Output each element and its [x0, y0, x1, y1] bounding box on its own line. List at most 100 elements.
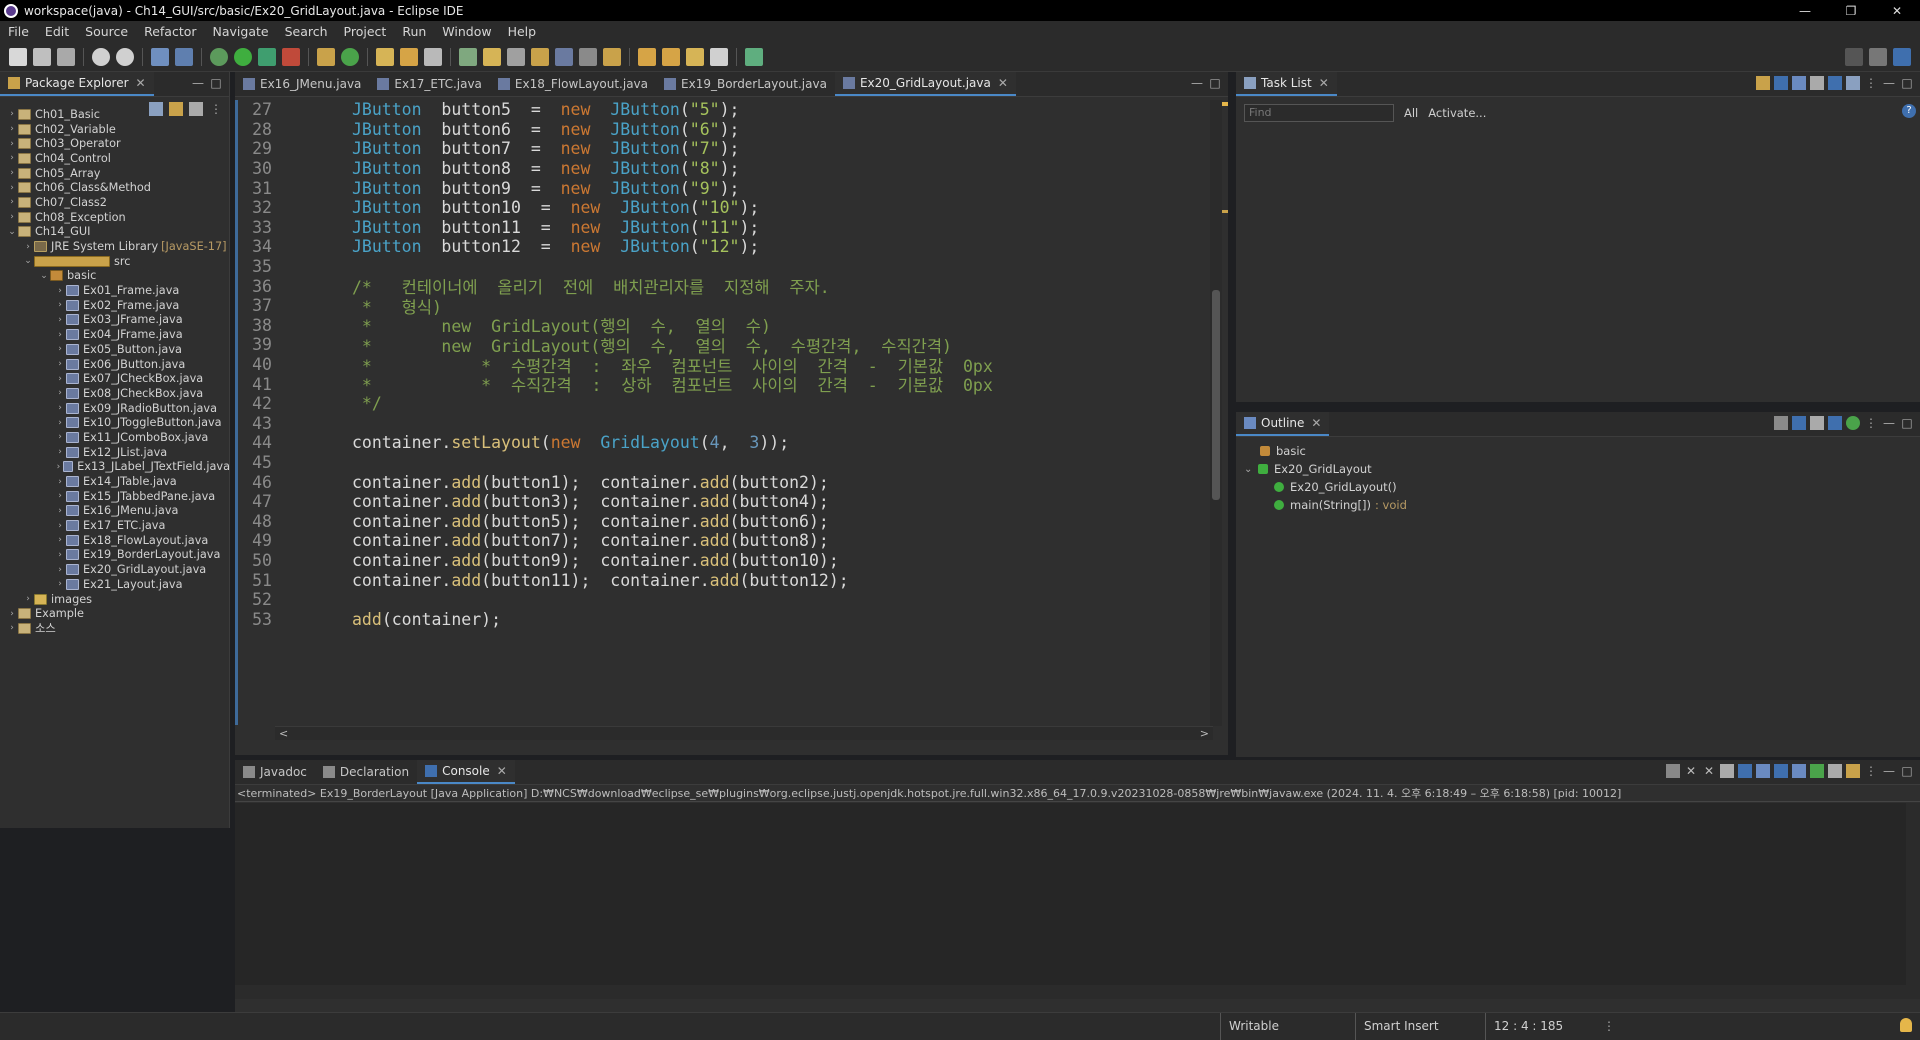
overview-ruler[interactable] [1222, 100, 1228, 726]
sort-icon[interactable] [1774, 416, 1788, 430]
console-output[interactable] [235, 803, 1920, 999]
collapsed-chevron-icon[interactable]: › [54, 521, 66, 531]
close-icon[interactable]: ✕ [136, 76, 146, 90]
collapsed-chevron-icon[interactable]: › [6, 197, 18, 207]
build-icon[interactable] [175, 47, 193, 66]
outline-item[interactable]: Ex20_GridLayout() [1244, 478, 1407, 496]
code-line[interactable]: 28 JButton button6 = new JButton("6"); [238, 120, 1215, 140]
collapsed-chevron-icon[interactable]: › [54, 388, 66, 398]
tree-item[interactable]: › Ex09_JRadioButton.java [0, 401, 230, 416]
code-line[interactable]: 48 container.add(button5); container.add(… [238, 511, 1215, 531]
close-icon[interactable]: ✕ [998, 76, 1008, 90]
collapsed-chevron-icon[interactable]: › [54, 491, 66, 501]
activate-link[interactable]: Activate... [1428, 106, 1486, 120]
console-vertical-scrollbar[interactable] [1906, 803, 1920, 999]
scroll-thumb[interactable] [1212, 290, 1220, 500]
tree-item[interactable]: › Ex16_JMenu.java [0, 504, 230, 519]
remove-launch-icon[interactable]: ✕ [1684, 764, 1698, 778]
editor-vertical-scrollbar[interactable] [1210, 100, 1222, 726]
code-line[interactable]: 29 JButton button7 = new JButton("7"); [238, 139, 1215, 159]
prev-edit-icon[interactable] [638, 47, 656, 66]
tree-item[interactable]: › Ex02_Frame.java [0, 298, 230, 313]
scheduled-icon[interactable] [1792, 76, 1806, 90]
code-line[interactable]: 43 [238, 414, 1215, 434]
tree-item[interactable]: › Ex05_Button.java [0, 342, 230, 357]
breadcrumb-icon[interactable] [531, 47, 549, 66]
collapsed-chevron-icon[interactable]: › [6, 139, 18, 149]
highlight-icon[interactable] [483, 47, 501, 66]
tree-item[interactable]: › Ch04_Control [0, 151, 230, 166]
expanded-chevron-icon[interactable]: ⌄ [38, 271, 50, 281]
minimize-view-icon[interactable]: — [191, 76, 205, 90]
all-filter-link[interactable]: All [1404, 106, 1418, 120]
new-icon[interactable] [9, 47, 27, 66]
occurrence-marker-icon[interactable] [1222, 210, 1228, 213]
tree-item[interactable]: ⌄ basic [0, 269, 230, 284]
status-menu-icon[interactable]: ⋮ [1603, 1019, 1615, 1033]
console-horizontal-scrollbar[interactable] [235, 985, 1906, 999]
tree-item[interactable]: › Ex14_JTable.java [0, 474, 230, 489]
show-on-output-icon[interactable] [1774, 764, 1788, 778]
expanded-chevron-icon[interactable]: ⌄ [1244, 464, 1258, 475]
editor-tab[interactable]: Ex16_JMenu.java [235, 72, 369, 96]
display-console-icon[interactable] [1828, 764, 1842, 778]
close-window-button[interactable]: ✕ [1874, 0, 1920, 21]
tree-item[interactable]: › Ch06_Class&Method [0, 180, 230, 195]
collapsed-chevron-icon[interactable]: › [54, 300, 66, 310]
collapsed-chevron-icon[interactable]: › [6, 109, 18, 119]
code-line[interactable]: 45 [238, 453, 1215, 473]
tree-item[interactable]: › Ex06_JButton.java [0, 357, 230, 372]
toggle-mark-icon[interactable] [507, 47, 525, 66]
collapsed-chevron-icon[interactable]: › [6, 168, 18, 178]
collapsed-chevron-icon[interactable]: › [54, 432, 66, 442]
code-line[interactable]: 51 container.add(button11); container.add… [238, 570, 1215, 590]
menu-help[interactable]: Help [500, 24, 545, 39]
scroll-lock-icon[interactable] [1738, 764, 1752, 778]
next-edit-icon[interactable] [662, 47, 680, 66]
collapsed-chevron-icon[interactable]: › [22, 594, 34, 604]
expanded-chevron-icon[interactable]: ⌄ [22, 256, 34, 266]
minimize-button[interactable]: — [1782, 0, 1828, 21]
minimize-view-icon[interactable]: — [1882, 764, 1896, 778]
code-line[interactable]: 50 container.add(button9); container.add(… [238, 551, 1215, 571]
outline-item[interactable]: basic [1244, 442, 1407, 460]
hide-fields-icon[interactable] [1792, 416, 1806, 430]
tree-item[interactable]: › Ex03_JFrame.java [0, 313, 230, 328]
warning-marker-icon[interactable] [1222, 102, 1228, 106]
tree-item[interactable]: › Ex15_JTabbedPane.java [0, 489, 230, 504]
forward-icon[interactable] [710, 47, 728, 66]
view-menu-icon[interactable]: ⋮ [1864, 764, 1878, 778]
tree-item[interactable]: › Ex01_Frame.java [0, 283, 230, 298]
collapsed-chevron-icon[interactable]: › [54, 286, 66, 296]
help-icon[interactable]: ? [1902, 104, 1916, 118]
tree-item[interactable]: › Ex08_JCheckBox.java [0, 386, 230, 401]
next-annotation-icon[interactable] [603, 47, 621, 66]
search-tool-icon[interactable] [424, 47, 442, 66]
tree-item[interactable]: › Ex21_Layout.java [0, 577, 230, 592]
tree-item[interactable]: ⌄ Ch14_GUI [0, 225, 230, 240]
tree-item[interactable]: › Ex12_JList.java [0, 445, 230, 460]
code-line[interactable]: 32 JButton button10 = new JButton("10"); [238, 198, 1215, 218]
menu-edit[interactable]: Edit [37, 24, 77, 39]
remove-all-icon[interactable]: ✕ [1702, 764, 1716, 778]
open-perspective-icon[interactable] [1869, 48, 1887, 66]
block-select-icon[interactable] [555, 47, 573, 66]
collapsed-chevron-icon[interactable]: › [54, 579, 66, 589]
editor-tab[interactable]: Ex18_FlowLayout.java [490, 72, 656, 96]
run-icon[interactable] [234, 47, 252, 66]
collapsed-chevron-icon[interactable]: › [54, 535, 66, 545]
collapsed-chevron-icon[interactable]: › [54, 359, 66, 369]
back-icon[interactable] [686, 47, 704, 66]
external-tools-icon[interactable] [282, 47, 300, 66]
collapsed-chevron-icon[interactable]: › [6, 212, 18, 222]
pin-editor-icon[interactable] [745, 47, 763, 66]
tree-item[interactable]: › images [0, 592, 230, 607]
maximize-button[interactable]: ❐ [1828, 0, 1874, 21]
minimize-editor-icon[interactable]: — [1190, 76, 1204, 90]
code-line[interactable]: 53 add(container); [238, 609, 1215, 629]
coverage-icon[interactable] [258, 47, 276, 66]
new-class-icon[interactable] [341, 47, 359, 66]
menu-file[interactable]: File [0, 24, 37, 39]
collapsed-chevron-icon[interactable]: › [54, 403, 66, 413]
collapsed-chevron-icon[interactable]: › [54, 330, 66, 340]
